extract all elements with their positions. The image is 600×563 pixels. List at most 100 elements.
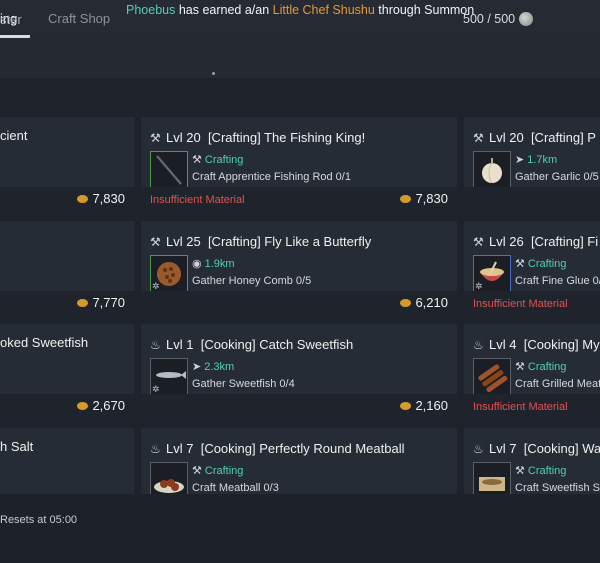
reward-amount: 7,830 — [415, 191, 448, 206]
status-text: Crafting — [204, 465, 244, 477]
meatball-icon — [150, 462, 188, 494]
reward-coin-icon — [400, 402, 412, 410]
insufficient-material-warning: Insufficient Material — [473, 298, 568, 310]
quest-title: cient — [0, 128, 28, 143]
footer-bar — [0, 494, 600, 563]
quest-card-left-4[interactable]: h Salt — [0, 428, 134, 494]
crafting-status-icon: ⚒ — [192, 154, 202, 166]
crafting-quest-icon: ⚒ — [473, 131, 484, 145]
reward-coin-icon — [400, 299, 412, 307]
reset-timer: Resets at 05:00 — [0, 514, 78, 526]
tab-craft-shop[interactable]: Craft Shop — [48, 11, 110, 26]
compass-icon: ◉ — [192, 258, 202, 270]
announcement-ticker: Phoebus has earned a/an Little Chef Shus… — [126, 3, 474, 17]
sweetfish-icon: ✲ — [150, 358, 188, 396]
quest-name: [Cooking] Wa — [523, 441, 600, 456]
quest-level: Lvl 20 — [489, 130, 524, 145]
quest-status: ⚒ Crafting — [515, 257, 566, 270]
quest-title: h Salt — [0, 439, 34, 454]
reward-amount: 2,670 — [92, 398, 125, 413]
quest-name: [Cooking] Perfectly Round Meatball — [200, 441, 405, 456]
distance-text: 1.7km — [527, 154, 558, 166]
quest-distance: ◉ 1.9km — [192, 257, 235, 270]
cooking-quest-icon: ♨ — [473, 442, 484, 456]
announcement-item: Little Chef Shushu — [272, 3, 375, 17]
reward-amount: 2,160 — [415, 398, 448, 413]
crafting-quest-icon: ⚒ — [150, 235, 161, 249]
crafting-quest-icon: ⚒ — [473, 235, 484, 249]
quest-title: ♨ Lvl 7 [Cooking] Perfectly Round Meatbal… — [150, 441, 404, 456]
grilled-meat-icon — [473, 358, 511, 396]
glue-bowl-icon: ✲ — [473, 255, 511, 293]
quest-status: ⚒ Crafting — [515, 360, 566, 373]
reward-coin-icon — [400, 195, 412, 203]
garlic-icon — [473, 151, 511, 189]
quest-card-catch-sweetfish[interactable]: ♨ Lvl 1 [Cooking] Catch Sweetfish ✲ ➤ 2.3k… — [141, 324, 457, 419]
quest-objective: Craft Meatball 0/3 — [192, 482, 279, 494]
reward-coin-icon — [77, 402, 89, 410]
sweetfish-dish-icon — [473, 462, 511, 494]
quest-title: ♨ Lvl 1 [Cooking] Catch Sweetfish — [150, 337, 353, 352]
quest-title: ⚒ Lvl 25 [Crafting] Fly Like a Butterfly — [150, 234, 371, 249]
quest-name: [Cooking] My — [523, 337, 600, 352]
distance-text: 1.9km — [204, 258, 235, 270]
divider-dot — [212, 72, 215, 75]
quest-status: ⚒ Crafting — [192, 153, 243, 166]
quest-title: ⚒ Lvl 26 [Crafting] Fi — [473, 234, 598, 249]
quest-card-right-4[interactable]: ♨ Lvl 7 [Cooking] Wa ⚒ Crafting Craft Swee… — [464, 428, 600, 494]
quest-distance: ➤ 2.3km — [192, 360, 234, 373]
quest-level: Lvl 26 — [489, 234, 524, 249]
direction-arrow-icon: ➤ — [515, 154, 525, 166]
quest-card-fishing-king[interactable]: ⚒ Lvl 20 [Crafting] The Fishing King! ⚒ Cr… — [141, 117, 457, 212]
quest-title: ⚒ Lvl 20 [Crafting] P — [473, 130, 596, 145]
status-text: Crafting — [204, 154, 244, 166]
quest-name: [Crafting] The Fishing King! — [207, 130, 366, 145]
quest-card-meatball[interactable]: ♨ Lvl 7 [Cooking] Perfectly Round Meatbal… — [141, 428, 457, 494]
quest-card-right-2[interactable]: ⚒ Lvl 26 [Crafting] Fi ✲ ⚒ Crafting Craft … — [464, 221, 600, 316]
quest-name: [Crafting] P — [530, 130, 596, 145]
crafting-quest-icon: ⚒ — [150, 131, 161, 145]
announcement-player: Phoebus — [126, 3, 176, 17]
status-text: Crafting — [527, 465, 567, 477]
quest-title: ⚒ Lvl 20 [Crafting] The Fishing King! — [150, 130, 365, 145]
reward: 2,670 — [77, 398, 125, 413]
reward: 7,830 — [400, 191, 448, 206]
reward-coin-icon — [77, 195, 89, 203]
reward: 7,770 — [77, 295, 125, 310]
quest-title: oked Sweetfish — [0, 335, 89, 350]
reward-amount: 7,770 — [92, 295, 125, 310]
distance-text: 2.3km — [204, 361, 235, 373]
quest-level: Lvl 1 — [166, 337, 194, 352]
quest-objective: Craft Fine Glue 0/3 — [515, 275, 600, 287]
quest-card-left-3[interactable]: oked Sweetfish 2,670 — [0, 324, 134, 419]
quest-objective: Gather Garlic 0/5 — [515, 171, 599, 183]
quest-card-right-1[interactable]: ⚒ Lvl 20 [Crafting] P ➤ 1.7km Gather Garli… — [464, 117, 600, 212]
quest-name: [Cooking] Catch Sweetfish — [200, 337, 354, 352]
quest-level: Lvl 20 — [166, 130, 201, 145]
sub-header — [0, 38, 600, 78]
filter-label[interactable]: ster — [0, 12, 22, 27]
direction-arrow-icon: ➤ — [192, 361, 202, 373]
status-text: Crafting — [527, 258, 567, 270]
cooking-quest-icon: ♨ — [150, 442, 161, 456]
quest-level: Lvl 25 — [166, 234, 201, 249]
quest-distance: ➤ 1.7km — [515, 153, 557, 166]
card-footer — [464, 187, 600, 212]
reward-amount: 7,830 — [92, 191, 125, 206]
crafting-status-icon: ⚒ — [192, 465, 202, 477]
tool-badge-icon: ✲ — [152, 384, 160, 394]
quest-card-left-1[interactable]: cient 7,830 — [0, 117, 134, 212]
quest-status: ⚒ Crafting — [515, 464, 566, 477]
quest-title: ♨ Lvl 4 [Cooking] My — [473, 337, 600, 352]
quest-level: Lvl 7 — [166, 441, 194, 456]
fishing-rod-icon — [150, 151, 188, 189]
quest-card-fly-like-butterfly[interactable]: ⚒ Lvl 25 [Crafting] Fly Like a Butterfly … — [141, 221, 457, 316]
quest-name: [Crafting] Fly Like a Butterfly — [207, 234, 372, 249]
insufficient-material-warning: Insufficient Material — [150, 194, 245, 206]
energy-counter: 500 / 500 — [463, 12, 516, 26]
quest-card-left-2[interactable]: 7,770 — [0, 221, 134, 316]
quest-level: Lvl 4 — [489, 337, 517, 352]
quest-card-right-3[interactable]: ♨ Lvl 4 [Cooking] My ⚒ Crafting Craft Gril… — [464, 324, 600, 419]
honey-comb-icon: ✲ — [150, 255, 188, 293]
crafting-status-icon: ⚒ — [515, 258, 525, 270]
